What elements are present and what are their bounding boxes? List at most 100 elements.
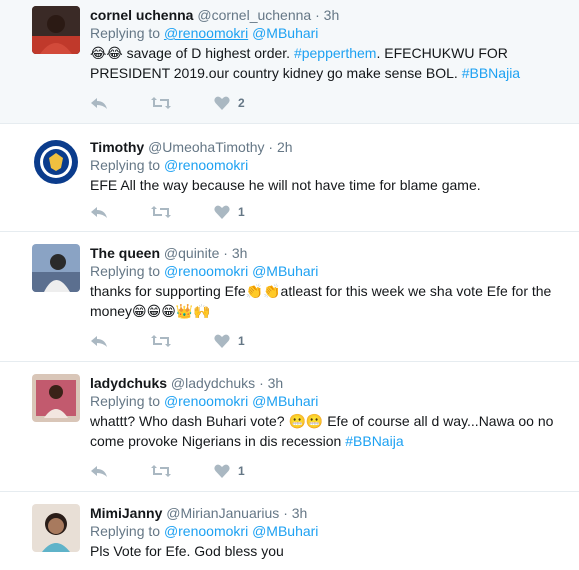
timestamp[interactable]: 3h bbox=[268, 375, 284, 391]
tweet-card[interactable]: MimiJanny @MirianJanuarius · 3h Replying… bbox=[0, 492, 579, 570]
grimacing-emoji: 😬😬 bbox=[288, 413, 324, 429]
reply-button[interactable] bbox=[90, 205, 108, 219]
clapping-emoji: 👏👏 bbox=[245, 283, 281, 299]
tweet-text: Pls Vote for Efe. God bless you bbox=[90, 543, 284, 559]
avatar[interactable] bbox=[32, 6, 80, 54]
username[interactable]: @quinite bbox=[164, 245, 219, 261]
timestamp[interactable]: 3h bbox=[292, 505, 308, 521]
replying-to-line: Replying to @renoomokri @MBuhari bbox=[90, 522, 569, 541]
display-name[interactable]: ladydchuks bbox=[90, 375, 167, 391]
reply-button[interactable] bbox=[90, 464, 108, 478]
replying-to-line: Replying to @renoomokri @MBuhari bbox=[90, 262, 569, 281]
reply-icon bbox=[91, 336, 107, 347]
username[interactable]: @UmeohaTimothy bbox=[148, 139, 264, 155]
text-segment: savage of D highest order. bbox=[122, 45, 294, 61]
tweet-header: ladydchuks @ladydchuks · 3h bbox=[90, 374, 569, 392]
display-name[interactable]: The queen bbox=[90, 245, 160, 261]
tweet-text: 😂😂 savage of D highest order. #pepperthe… bbox=[90, 43, 569, 83]
mention-link[interactable]: @renoomokri bbox=[164, 523, 248, 539]
reply-icon bbox=[91, 207, 107, 218]
mention-link[interactable]: @MBuhari bbox=[252, 523, 318, 539]
reply-button[interactable] bbox=[90, 96, 108, 110]
separator: · bbox=[283, 505, 288, 521]
like-button[interactable]: 2 bbox=[214, 96, 245, 110]
mention-link[interactable]: @MBuhari bbox=[252, 393, 318, 409]
retweet-icon bbox=[151, 206, 171, 218]
separator: · bbox=[315, 7, 320, 23]
like-button[interactable]: 1 bbox=[214, 464, 245, 478]
tweet-header: cornel uchenna @cornel_uchenna · 3h bbox=[90, 6, 569, 24]
tweet-card[interactable]: Timothy @UmeohaTimothy · 2h Replying to … bbox=[0, 124, 579, 232]
avatar[interactable] bbox=[32, 374, 80, 422]
replying-label: Replying to bbox=[90, 25, 161, 41]
tweet-text: whattt? Who dash Buhari vote? 😬😬 Efe of … bbox=[90, 411, 569, 451]
hashtag-link[interactable]: #pepperthem bbox=[294, 45, 377, 61]
replying-to-line: Replying to @renoomokri bbox=[90, 156, 569, 175]
like-icon bbox=[214, 464, 230, 478]
tweet-header: Timothy @UmeohaTimothy · 2h bbox=[90, 138, 569, 156]
display-name[interactable]: MimiJanny bbox=[90, 505, 162, 521]
like-icon bbox=[214, 205, 230, 219]
display-name[interactable]: cornel uchenna bbox=[90, 7, 193, 23]
retweet-button[interactable] bbox=[150, 464, 172, 478]
timestamp[interactable]: 3h bbox=[324, 7, 340, 23]
replying-to-line: Replying to @renoomokri @MBuhari bbox=[90, 392, 569, 411]
mention-link[interactable]: @renoomokri bbox=[164, 263, 248, 279]
timestamp[interactable]: 3h bbox=[232, 245, 248, 261]
like-count: 2 bbox=[238, 96, 245, 110]
like-icon bbox=[214, 96, 230, 110]
tweet-card[interactable]: cornel uchenna @cornel_uchenna · 3h Repl… bbox=[0, 0, 579, 124]
retweet-icon bbox=[151, 97, 171, 109]
like-count: 1 bbox=[238, 464, 245, 478]
grinning-emoji: 😁😁😁👑🙌 bbox=[132, 303, 211, 319]
like-count: 1 bbox=[238, 205, 245, 219]
replying-label: Replying to bbox=[90, 157, 161, 173]
action-bar: 2 bbox=[90, 94, 287, 112]
retweet-button[interactable] bbox=[150, 334, 172, 348]
action-bar: 1 bbox=[90, 203, 287, 221]
retweet-icon bbox=[151, 335, 171, 347]
retweet-icon bbox=[151, 465, 171, 477]
separator: · bbox=[223, 245, 228, 261]
tweet-header: MimiJanny @MirianJanuarius · 3h bbox=[90, 504, 569, 522]
like-button[interactable]: 1 bbox=[214, 334, 245, 348]
reply-icon bbox=[91, 98, 107, 109]
like-count: 1 bbox=[238, 334, 245, 348]
username[interactable]: @ladydchuks bbox=[171, 375, 255, 391]
retweet-button[interactable] bbox=[150, 96, 172, 110]
mention-link[interactable]: @MBuhari bbox=[252, 25, 318, 41]
tweet-text: EFE All the way because he will not have… bbox=[90, 177, 481, 193]
mention-link[interactable]: @renoomokri bbox=[164, 157, 248, 173]
avatar[interactable] bbox=[32, 504, 80, 552]
retweet-button[interactable] bbox=[150, 205, 172, 219]
reply-button[interactable] bbox=[90, 334, 108, 348]
like-button[interactable]: 1 bbox=[214, 205, 245, 219]
replying-to-line: Replying to @renoomokri @MBuhari bbox=[90, 24, 569, 43]
replying-label: Replying to bbox=[90, 393, 161, 409]
hashtag-link[interactable]: #BBNajia bbox=[462, 65, 520, 81]
display-name[interactable]: Timothy bbox=[90, 139, 144, 155]
replying-label: Replying to bbox=[90, 523, 161, 539]
timestamp[interactable]: 2h bbox=[277, 139, 293, 155]
action-bar: 1 bbox=[90, 332, 287, 350]
mention-link[interactable]: @renoomokri bbox=[164, 25, 248, 41]
username[interactable]: @MirianJanuarius bbox=[166, 505, 279, 521]
username[interactable]: @cornel_uchenna bbox=[197, 7, 311, 23]
hashtag-link[interactable]: #BBNaija bbox=[345, 433, 403, 449]
laughing-emoji: 😂😂 bbox=[90, 45, 123, 61]
text-segment: thanks for supporting Efe bbox=[90, 283, 246, 299]
tweet-card[interactable]: The queen @quinite · 3h Replying to @ren… bbox=[0, 232, 579, 362]
tweet-header: The queen @quinite · 3h bbox=[90, 244, 569, 262]
like-icon bbox=[214, 334, 230, 348]
avatar[interactable] bbox=[32, 244, 80, 292]
action-bar: 1 bbox=[90, 462, 287, 480]
mention-link[interactable]: @MBuhari bbox=[252, 263, 318, 279]
text-segment: whattt? Who dash Buhari vote? bbox=[90, 413, 289, 429]
mention-link[interactable]: @renoomokri bbox=[164, 393, 248, 409]
avatar[interactable] bbox=[32, 138, 80, 186]
separator: · bbox=[259, 375, 264, 391]
separator: · bbox=[268, 139, 274, 155]
tweet-text: thanks for supporting Efe👏👏atleast for t… bbox=[90, 281, 569, 321]
replying-label: Replying to bbox=[90, 263, 161, 279]
tweet-card[interactable]: ladydchuks @ladydchuks · 3h Replying to … bbox=[0, 362, 579, 492]
